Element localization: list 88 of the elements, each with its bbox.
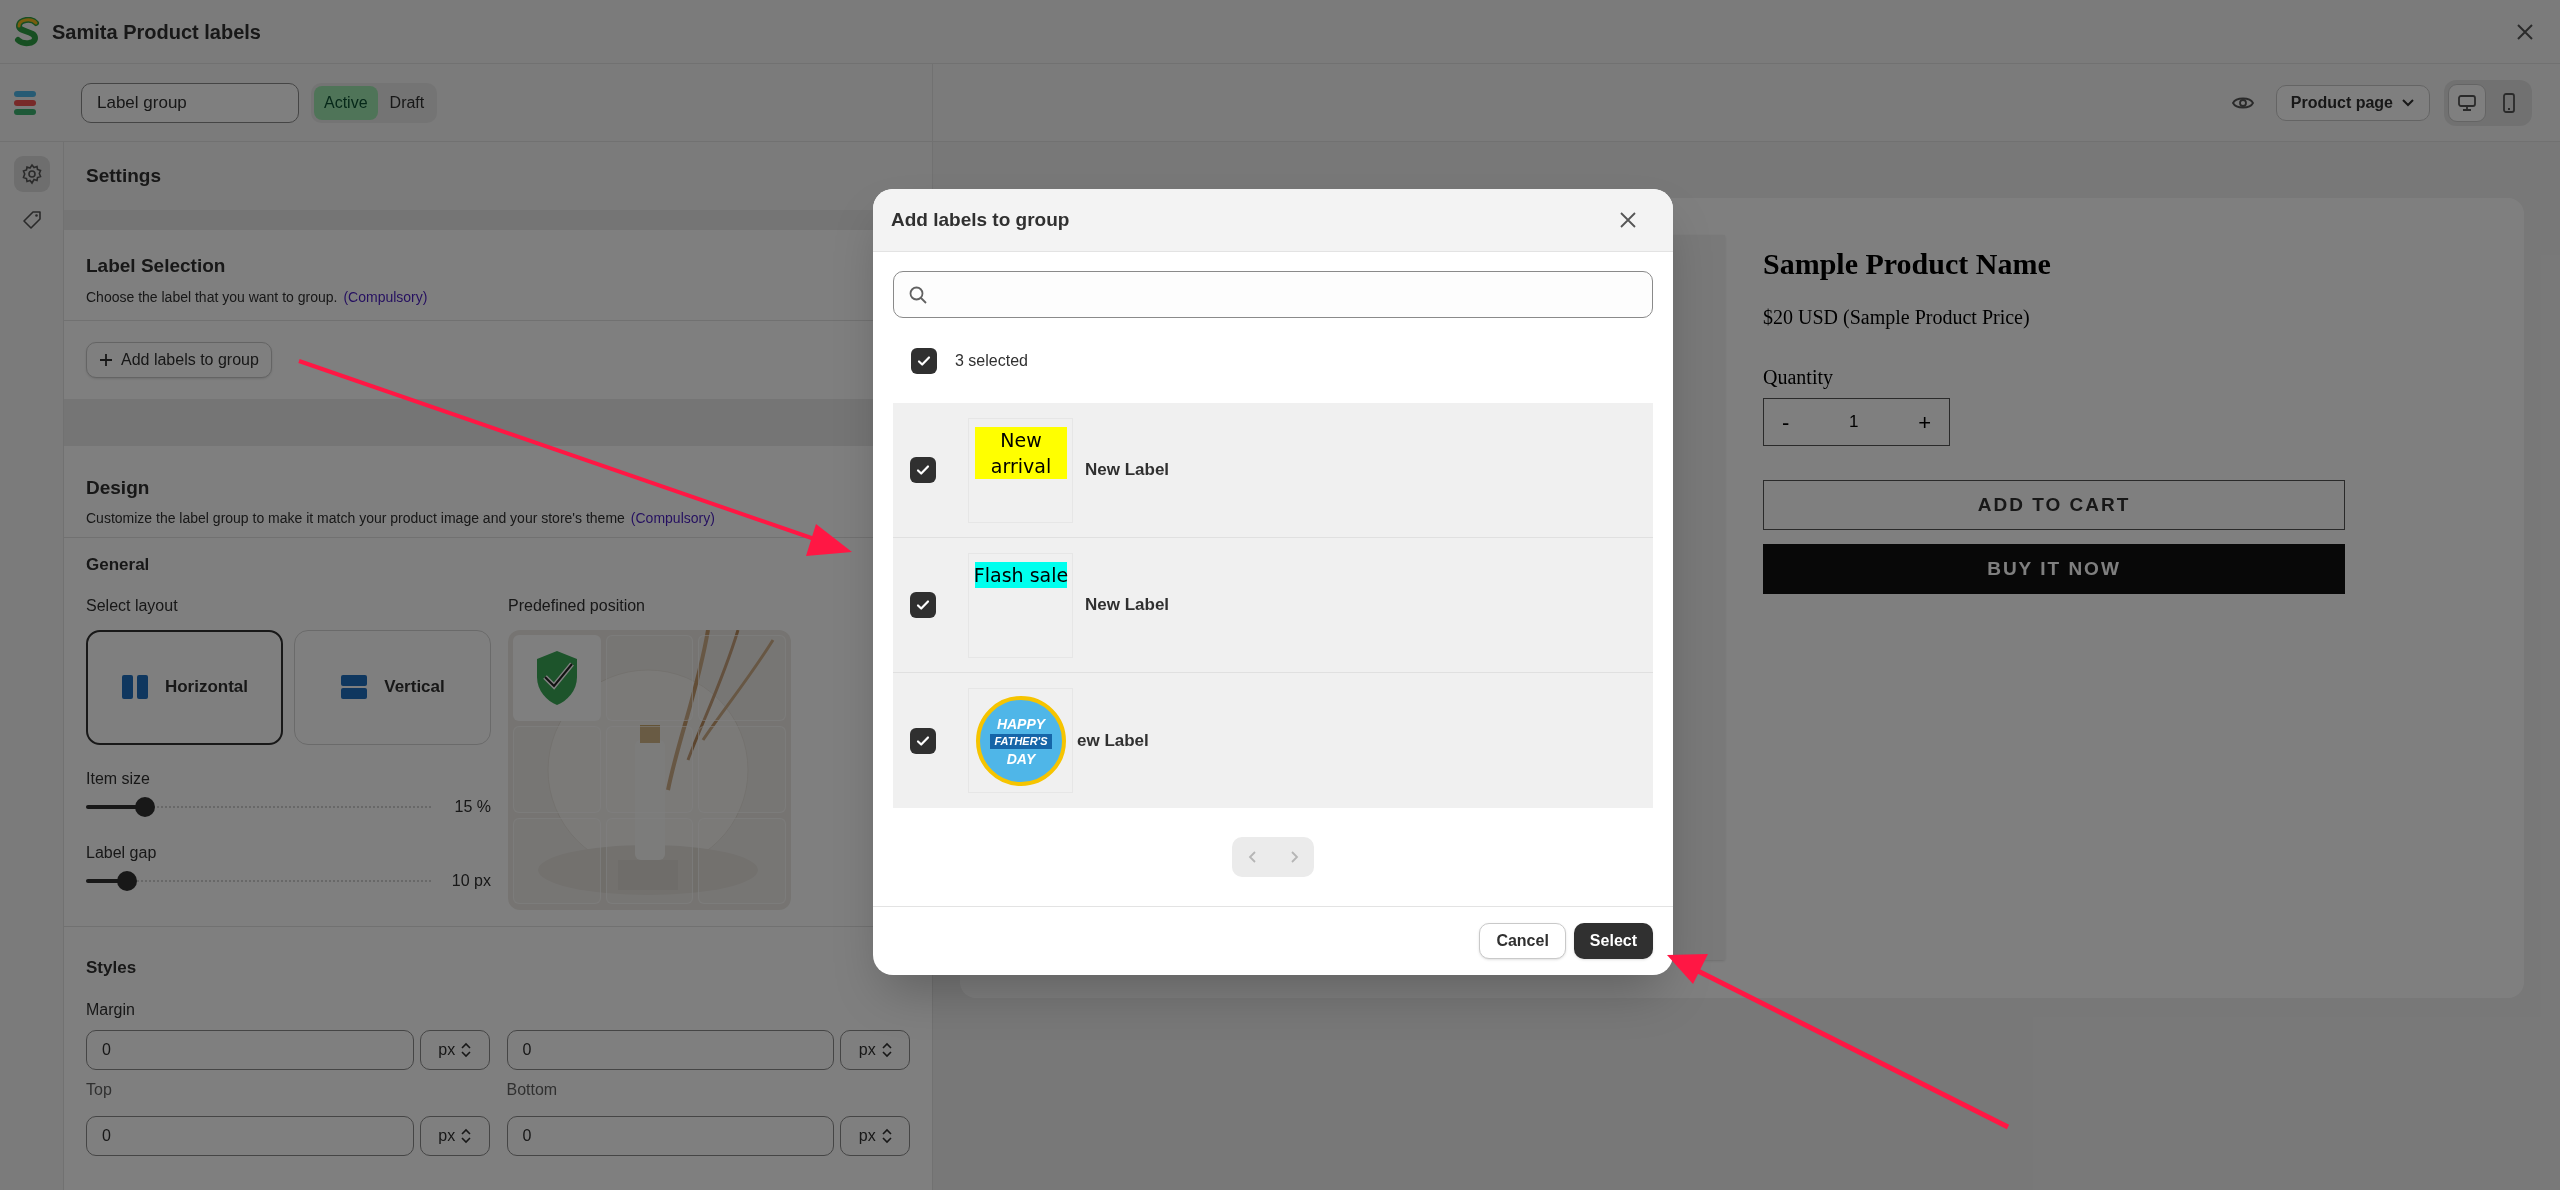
section-description: Customize the label group to make it match your product image and your store's theme bbox=[86, 509, 625, 528]
unit-select[interactable]: px bbox=[840, 1030, 910, 1070]
columns-icon bbox=[120, 673, 149, 701]
section-title: Design bbox=[86, 475, 151, 500]
section-title: Label Selection bbox=[86, 254, 227, 278]
status-tab[interactable]: Active bbox=[314, 85, 378, 120]
add-labels-button[interactable]: Add labels to group bbox=[86, 341, 272, 378]
field-caption: Top bbox=[86, 1080, 113, 1100]
badge-text: arrival bbox=[990, 453, 1052, 479]
badge-text: HAPPY bbox=[996, 716, 1046, 731]
plus-icon bbox=[99, 352, 113, 367]
section-description: Choose the label that you want to group. bbox=[86, 287, 338, 307]
phone-icon bbox=[2502, 92, 2516, 113]
label-name: ew Label bbox=[1077, 729, 1149, 752]
number-input-field[interactable]: 0 bbox=[86, 1116, 414, 1156]
checkbox[interactable] bbox=[910, 592, 936, 618]
product-price: $20 USD (Sample Product Price) bbox=[1763, 305, 2031, 331]
dialog-title: Add labels to group bbox=[891, 207, 1070, 232]
app-menu-icon[interactable] bbox=[14, 88, 36, 117]
quantity-stepper[interactable]: - 1 + bbox=[1763, 398, 1950, 446]
number-input-field[interactable]: 0 bbox=[86, 1030, 414, 1070]
unit-select[interactable]: px bbox=[840, 1116, 910, 1156]
badge-text: DAY bbox=[1006, 751, 1036, 766]
compulsory-note: (Compulsory) bbox=[343, 287, 428, 307]
logo-icon bbox=[14, 16, 40, 47]
compulsory-note: (Compulsory) bbox=[630, 509, 715, 528]
layout-option[interactable]: Vertical bbox=[294, 629, 491, 745]
check-icon bbox=[915, 597, 931, 613]
badge-text: New bbox=[1000, 427, 1042, 453]
window-title: Samita Product labels bbox=[52, 19, 261, 45]
panel-title: Settings bbox=[86, 163, 161, 188]
badge-text: Flash sale bbox=[973, 562, 1069, 588]
checkbox[interactable] bbox=[910, 457, 936, 483]
product-name: Sample Product Name bbox=[1763, 246, 2052, 282]
quantity-value: 1 bbox=[1849, 411, 1859, 434]
slider-value: 15 % bbox=[454, 796, 491, 817]
selection-count: 3 selected bbox=[955, 350, 1028, 371]
status-tab[interactable]: Draft bbox=[379, 85, 435, 120]
name-input-field[interactable]: Label group bbox=[81, 82, 299, 123]
stepper-icon bbox=[461, 1128, 472, 1144]
field-caption: Bottom bbox=[506, 1080, 559, 1100]
number-input-field[interactable]: 0 bbox=[506, 1030, 835, 1070]
label-name: New Label bbox=[1085, 459, 1170, 482]
page-select[interactable]: Product page bbox=[2275, 84, 2430, 121]
label-row[interactable]: Flash sale New Label bbox=[893, 538, 1653, 673]
unit-select[interactable]: px bbox=[419, 1116, 490, 1156]
settings-icon bbox=[20, 163, 43, 185]
field-label: Select layout bbox=[86, 595, 179, 616]
add-to-cart-button[interactable]: ADD TO CART bbox=[1763, 480, 2345, 530]
chevron-down-icon bbox=[2401, 97, 2415, 108]
subsection-title: Styles bbox=[86, 956, 138, 979]
stepper-icon bbox=[881, 1042, 892, 1058]
checkbox[interactable] bbox=[910, 727, 936, 754]
close-icon[interactable] bbox=[2516, 22, 2534, 41]
check-icon bbox=[915, 462, 931, 478]
close-icon[interactable] bbox=[1619, 211, 1637, 229]
label-name: New Label bbox=[1085, 594, 1170, 617]
select-button[interactable]: Select bbox=[1573, 923, 1653, 959]
slider-value: 10 px bbox=[451, 870, 491, 891]
field-label: Predefined position bbox=[508, 595, 646, 616]
number-input-field[interactable]: 0 bbox=[506, 1116, 835, 1156]
field-label: Quantity bbox=[1763, 365, 1834, 391]
monitor-icon bbox=[2457, 93, 2477, 112]
rows-icon bbox=[340, 673, 369, 701]
field-label: Margin bbox=[86, 1000, 136, 1020]
cancel-button[interactable]: Cancel bbox=[1479, 923, 1566, 959]
field-label: Item size bbox=[86, 768, 151, 789]
badge-text: FATHER'S bbox=[990, 733, 1052, 749]
plus-button[interactable]: + bbox=[1918, 405, 1931, 439]
position-cell[interactable] bbox=[513, 634, 601, 722]
desktop-view-button[interactable] bbox=[2448, 83, 2486, 122]
tag-icon bbox=[20, 209, 43, 231]
buy-now-button[interactable]: BUY IT NOW bbox=[1763, 544, 2345, 594]
settings-button[interactable] bbox=[13, 156, 50, 192]
checkbox[interactable] bbox=[911, 347, 937, 374]
label-row[interactable]: HAPPY FATHER'S DAY ew Label bbox=[893, 673, 1653, 808]
stepper-icon bbox=[461, 1042, 472, 1058]
layout-option[interactable]: Horizontal bbox=[86, 629, 283, 745]
slider-thumb[interactable] bbox=[117, 870, 138, 891]
subsection-title: General bbox=[86, 554, 151, 576]
field-label: Label gap bbox=[86, 842, 158, 863]
slider-thumb[interactable] bbox=[134, 796, 155, 817]
unit-select[interactable]: px bbox=[419, 1030, 490, 1070]
label-row[interactable]: New arrival New Label bbox=[893, 403, 1653, 538]
search-field[interactable] bbox=[893, 271, 1653, 318]
minus-button[interactable]: - bbox=[1782, 405, 1790, 439]
search-icon bbox=[908, 284, 928, 305]
stepper-icon bbox=[881, 1128, 892, 1144]
